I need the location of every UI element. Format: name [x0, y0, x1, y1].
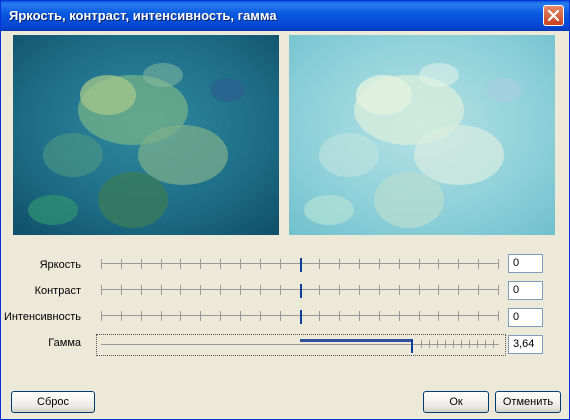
window-title: Яркость, контраст, интенсивность, гамма	[9, 8, 277, 23]
slider-tick	[485, 340, 486, 348]
slider-thumb[interactable]	[300, 284, 302, 298]
slider-tick	[180, 259, 181, 269]
close-button[interactable]	[543, 5, 564, 26]
slider-tick	[101, 259, 102, 269]
slider-tick	[260, 285, 261, 295]
slider-tick	[438, 311, 439, 321]
slider-tick	[280, 285, 281, 295]
intensity-label: Интенсивность	[3, 311, 81, 323]
contrast-slider[interactable]	[101, 283, 499, 303]
slider-tick	[498, 285, 499, 295]
slider-tick	[141, 285, 142, 295]
slider-tick	[379, 311, 380, 321]
slider-tick	[161, 259, 162, 269]
slider-tick	[399, 285, 400, 295]
slider-track	[101, 344, 499, 345]
slider-tick	[101, 285, 102, 295]
intensity-slider[interactable]	[101, 309, 499, 329]
slider-tick	[469, 340, 470, 348]
slider-tick	[429, 340, 430, 348]
slider-tick	[419, 259, 420, 269]
slider-tick	[359, 311, 360, 321]
slider-tick	[478, 285, 479, 295]
close-icon	[548, 10, 559, 21]
slider-tick	[260, 311, 261, 321]
slider-tick	[121, 285, 122, 295]
slider-tick	[161, 285, 162, 295]
original-preview-image	[13, 35, 279, 235]
slider-tick	[498, 259, 499, 269]
slider-tick	[141, 311, 142, 321]
slider-tick	[319, 285, 320, 295]
slider-tick	[477, 340, 478, 348]
slider-tick	[220, 311, 221, 321]
slider-tick	[280, 259, 281, 269]
title-bar[interactable]: Яркость, контраст, интенсивность, гамма	[1, 1, 569, 31]
brightness-value-field[interactable]: 0	[508, 254, 543, 273]
slider-tick	[260, 259, 261, 269]
slider-tick	[180, 285, 181, 295]
slider-tick	[498, 311, 499, 321]
slider-tick	[421, 340, 422, 348]
slider-tick	[438, 259, 439, 269]
cancel-button[interactable]: Отменить	[495, 391, 561, 413]
slider-tick	[319, 311, 320, 321]
reset-button[interactable]: Сброс	[11, 391, 95, 413]
slider-thumb[interactable]	[300, 258, 302, 272]
slider-tick	[319, 259, 320, 269]
brightness-label: Яркость	[39, 259, 81, 271]
slider-tick	[359, 259, 360, 269]
slider-tick	[458, 259, 459, 269]
slider-tick	[339, 311, 340, 321]
slider-tick	[453, 340, 454, 348]
slider-tick	[478, 311, 479, 321]
slider-tick	[121, 259, 122, 269]
slider-tick	[461, 340, 462, 348]
slider-tick	[240, 285, 241, 295]
slider-tick	[458, 285, 459, 295]
slider-tick	[379, 259, 380, 269]
adjusted-preview-image	[289, 35, 555, 235]
slider-tick	[280, 311, 281, 321]
slider-tick	[200, 259, 201, 269]
slider-tick	[339, 285, 340, 295]
slider-tick	[445, 340, 446, 348]
contrast-value-field[interactable]: 0	[508, 281, 543, 300]
slider-tick	[438, 285, 439, 295]
slider-tick	[437, 340, 438, 348]
gamma-slider[interactable]	[101, 338, 499, 358]
slider-tick	[458, 311, 459, 321]
slider-tick	[220, 259, 221, 269]
slider-tick	[399, 311, 400, 321]
slider-tick	[200, 311, 201, 321]
slider-tick	[359, 285, 360, 295]
slider-tick	[240, 311, 241, 321]
slider-tick	[180, 311, 181, 321]
slider-tick	[419, 285, 420, 295]
dialog-window: Яркость, контраст, интенсивность, гамма	[0, 0, 570, 420]
slider-tick	[493, 340, 494, 348]
gamma-value-field[interactable]: 3,64	[508, 335, 543, 354]
slider-tick	[240, 259, 241, 269]
slider-tick	[200, 285, 201, 295]
gamma-label: Гамма	[48, 337, 81, 349]
slider-thumb[interactable]	[300, 310, 302, 324]
slider-tick	[121, 311, 122, 321]
slider-thumb[interactable]	[411, 339, 413, 353]
intensity-value-field[interactable]: 0	[508, 308, 543, 327]
slider-tick	[141, 259, 142, 269]
slider-tick	[399, 259, 400, 269]
slider-tick	[478, 259, 479, 269]
slider-tick	[161, 311, 162, 321]
contrast-label: Контраст	[34, 285, 81, 297]
slider-tick	[379, 285, 380, 295]
slider-tick	[101, 311, 102, 321]
slider-tick	[339, 259, 340, 269]
slider-tick	[419, 311, 420, 321]
brightness-slider[interactable]	[101, 257, 499, 277]
ok-button[interactable]: Ок	[423, 391, 489, 413]
slider-tick	[220, 285, 221, 295]
